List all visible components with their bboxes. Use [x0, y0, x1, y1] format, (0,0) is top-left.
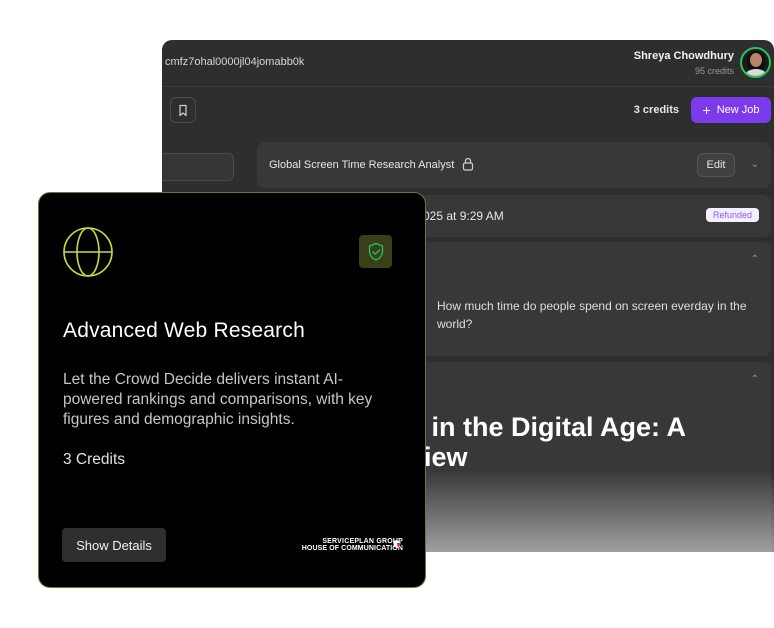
question-text: How much time do people spend on screen … [437, 299, 747, 331]
new-job-label: New Job [716, 104, 760, 116]
brand-line1: SERVICEPLAN GROUP [322, 538, 403, 545]
brand-line2: HOUSE OF COMMUNICATION [301, 545, 403, 552]
bookmark-button[interactable] [170, 97, 196, 123]
user-name: Shreya Chowdhury [633, 50, 734, 62]
avatar[interactable] [740, 47, 771, 78]
app-top-bar: cmfz7ohal0000jl04jomabb0k Shreya Chowdhu… [162, 40, 774, 87]
job-id: cmfz7ohal0000jl04jomabb0k [165, 56, 305, 68]
globe-icon [63, 227, 113, 277]
new-job-button[interactable]: + New Job [691, 97, 771, 123]
job-title: Global Screen Time Research Analyst [269, 159, 455, 171]
status-badge: Refunded [705, 208, 759, 222]
chevron-up-icon[interactable]: ⌃ [751, 254, 759, 265]
product-description: Let the Crowd Decide delivers instant AI… [63, 371, 373, 428]
chevron-down-icon[interactable]: ⌄ [751, 159, 759, 170]
verified-badge [359, 235, 392, 268]
report-headline-line1: e in the Digital Age: A [409, 412, 687, 442]
bookmark-icon [179, 104, 187, 116]
show-details-button[interactable]: Show Details [62, 528, 166, 562]
report-headline-line2: view [409, 442, 468, 472]
search-input[interactable] [162, 153, 234, 181]
report-headline: e in the Digital Age: A view [409, 412, 769, 472]
edit-button[interactable]: Edit [697, 153, 735, 177]
shield-check-icon [368, 242, 383, 261]
product-card: Advanced Web Research Let the Crowd Deci… [38, 192, 426, 588]
product-title: Advanced Web Research [63, 319, 305, 342]
brand-logo: SERVICEPLAN GROUP HOUSE OF COMMUNICATION [285, 538, 403, 552]
product-credits: 3 Credits [63, 451, 126, 468]
chevron-up-icon[interactable]: ⌃ [751, 374, 759, 385]
brand-mark-icon [393, 540, 401, 548]
user-credits: 95 credits [694, 66, 734, 76]
header-credits: 3 credits [633, 104, 679, 116]
job-date: 025 at 9:29 AM [423, 209, 504, 223]
plus-icon: + [702, 102, 711, 118]
job-title-card: Global Screen Time Research Analyst Edit… [257, 142, 771, 188]
lock-icon [462, 157, 474, 171]
